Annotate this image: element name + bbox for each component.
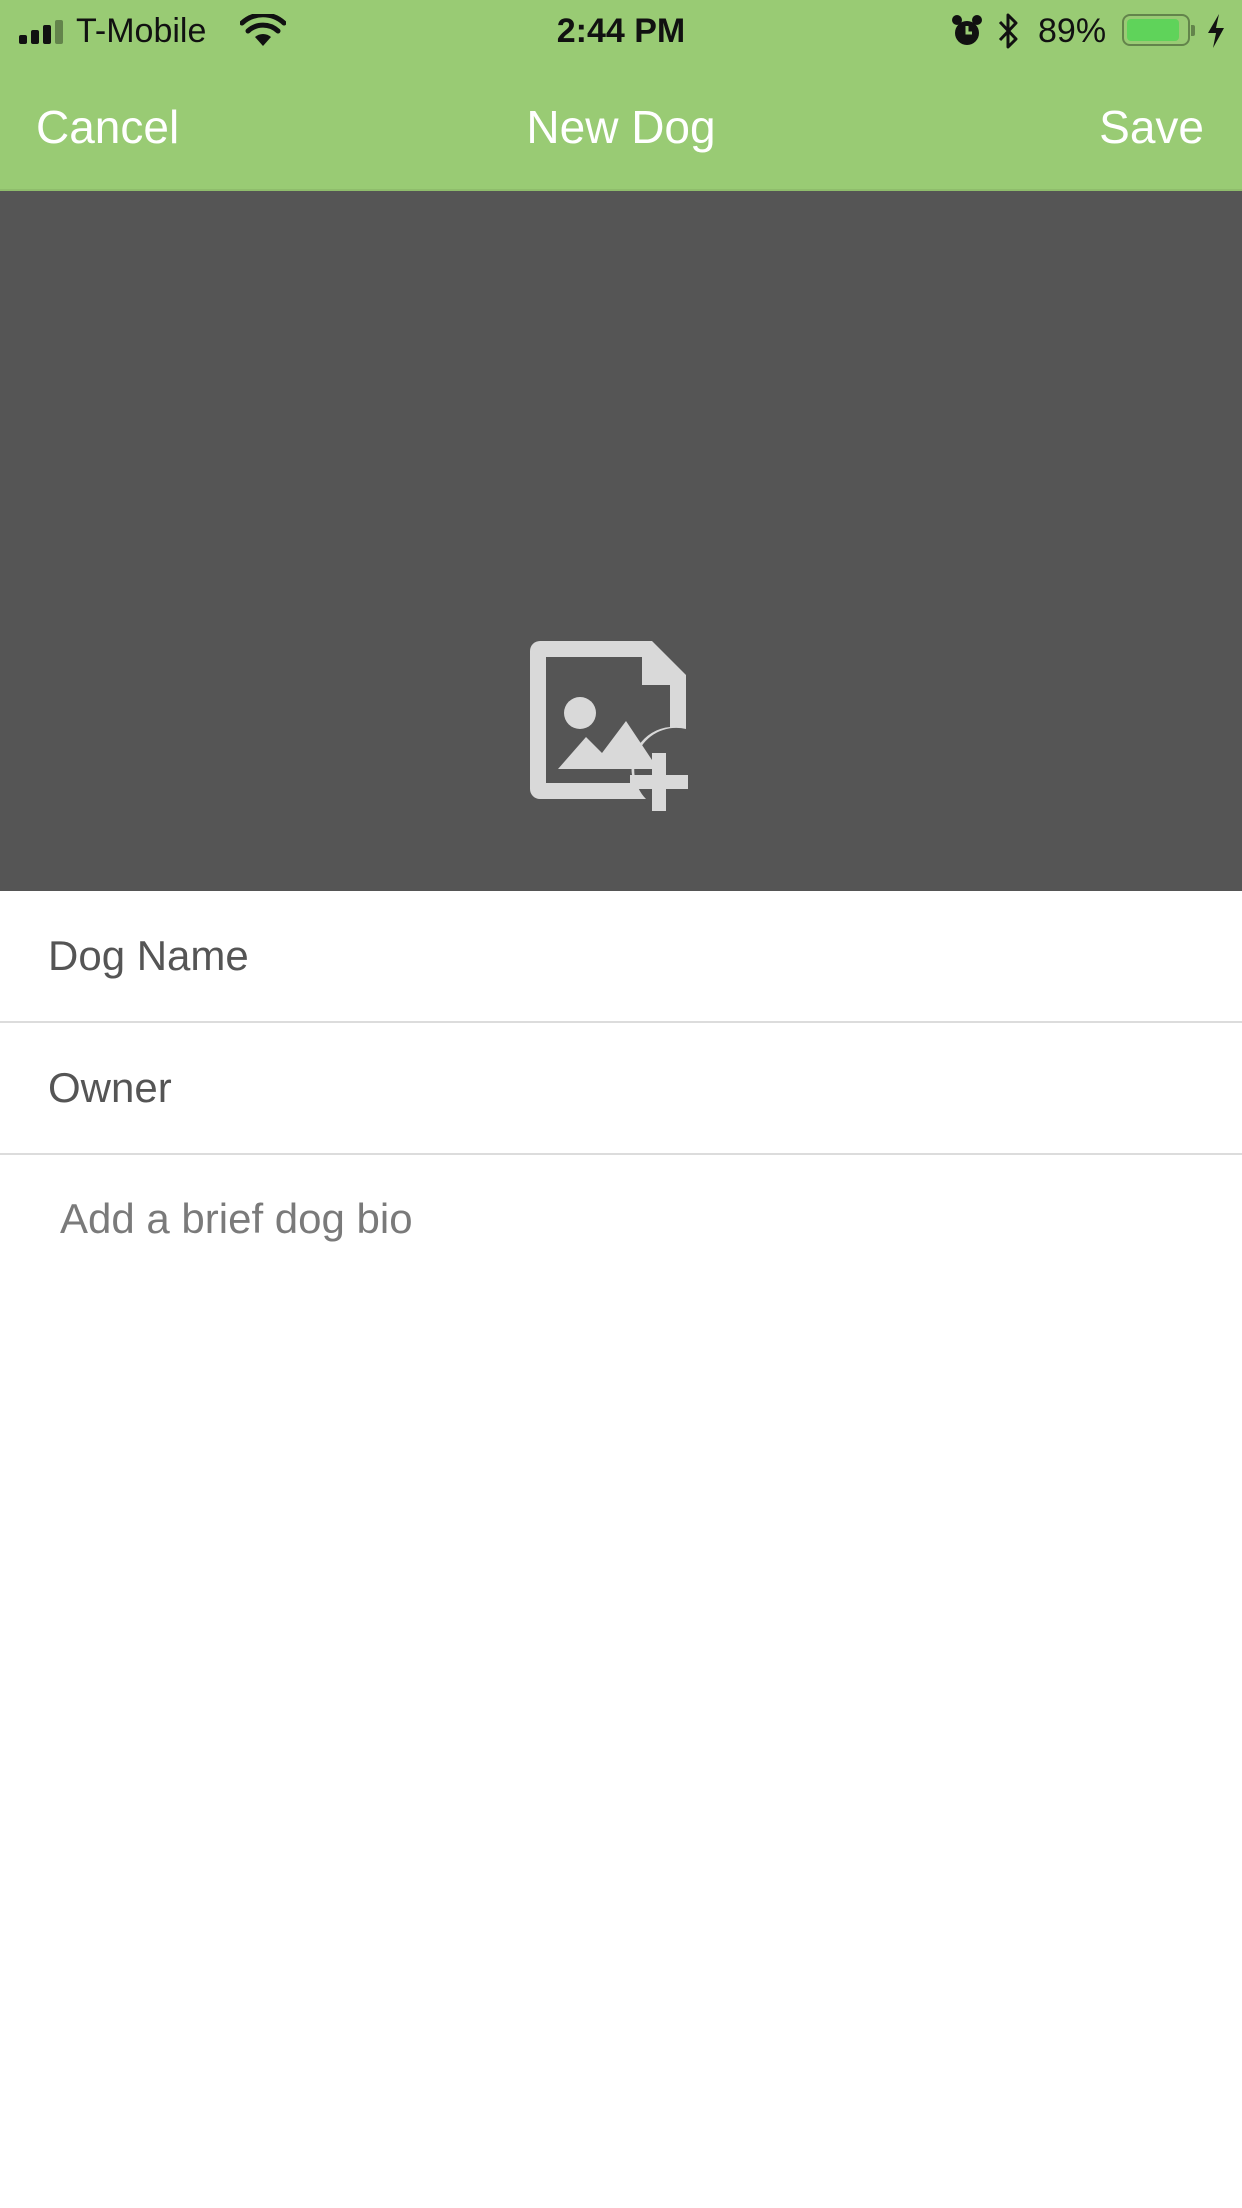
cancel-button[interactable]: Cancel xyxy=(36,100,179,154)
status-bar: T-Mobile 2:44 PM 89% xyxy=(0,0,1242,62)
owner-input[interactable] xyxy=(48,1023,1198,1153)
battery-percent: 89% xyxy=(1038,12,1107,50)
header: T-Mobile 2:44 PM 89% Cancel New Dog Save xyxy=(0,0,1242,191)
alarm-icon xyxy=(952,15,982,45)
charging-icon xyxy=(1208,14,1224,48)
photo-area[interactable] xyxy=(0,191,1242,891)
signal-icon xyxy=(19,20,69,44)
bluetooth-icon xyxy=(998,13,1018,49)
dog-name-input[interactable] xyxy=(48,891,1198,1021)
page-title: New Dog xyxy=(526,101,716,153)
dog-name-row xyxy=(0,891,1242,1023)
add-photo-icon[interactable] xyxy=(530,641,710,821)
bio-textarea[interactable] xyxy=(60,1195,1200,1795)
battery-icon xyxy=(1122,14,1195,46)
owner-row xyxy=(0,1023,1242,1155)
battery-fill xyxy=(1127,19,1179,41)
nav-bar: Cancel New Dog Save xyxy=(0,62,1242,190)
save-button[interactable]: Save xyxy=(1099,100,1204,154)
wifi-icon xyxy=(240,14,286,46)
carrier-label: T-Mobile xyxy=(76,12,207,50)
